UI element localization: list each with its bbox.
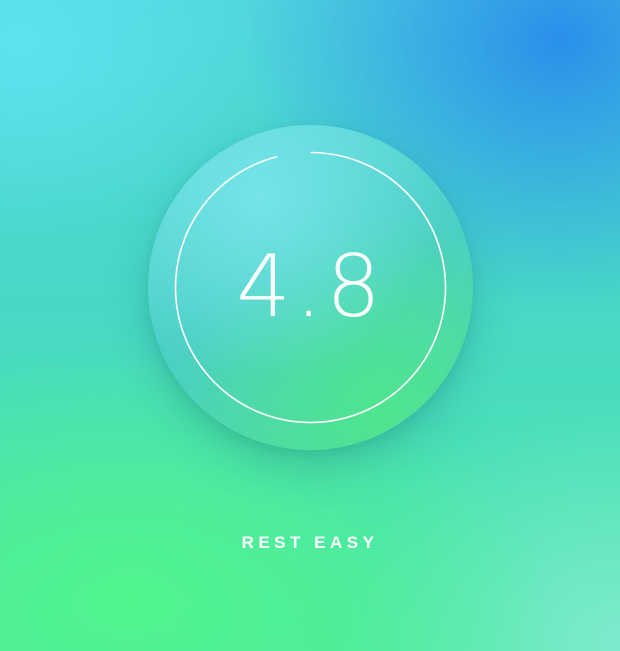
rating-value: 4.8 [236, 237, 385, 337]
status-caption: REST EASY [241, 533, 379, 552]
rating-dial[interactable]: 4.8 [148, 125, 473, 450]
app-screen: 4.8 REST EASY [0, 0, 620, 651]
